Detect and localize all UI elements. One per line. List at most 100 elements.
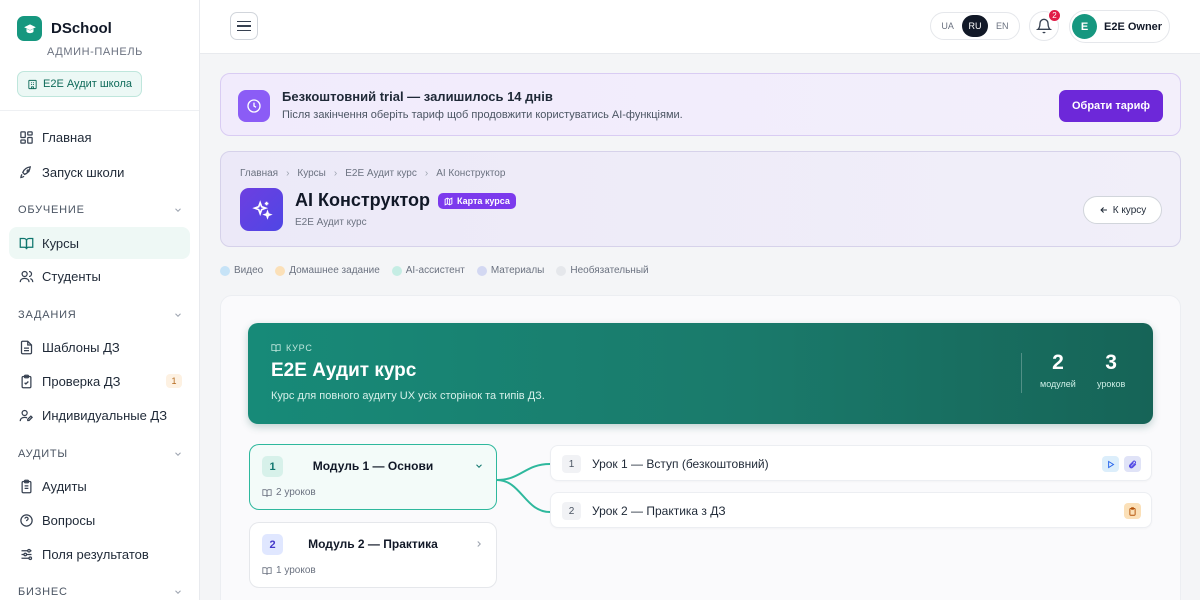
lessons-count: 3 [1105, 351, 1117, 374]
sparkles-icon [240, 188, 283, 231]
trial-title: Безкоштовний trial — залишилось 14 днів [282, 89, 553, 104]
section-label: ЗАДАНИЯ [18, 309, 77, 321]
choose-plan-button[interactable]: Обрати тариф [1059, 90, 1163, 122]
sidebar-item-hw-templates[interactable]: Шаблоны ДЗ [9, 331, 190, 363]
topbar: UA RU EN 2 E E2E Owner [200, 0, 1200, 54]
legend-label: Материалы [490, 265, 545, 276]
notifications-button[interactable]: 2 [1029, 9, 1061, 41]
section-label: АУДИТЫ [18, 448, 68, 460]
users-icon [18, 268, 34, 284]
page-header: Главная › Курсы › E2E Аудит курс › AI Ко… [220, 151, 1181, 247]
breadcrumb-course[interactable]: E2E Аудит курс [345, 168, 417, 179]
graduation-cap-icon [17, 16, 42, 41]
school-selector[interactable]: E2E Аудит школа [17, 71, 143, 97]
sidebar-item-launch[interactable]: Запуск школи [9, 156, 190, 188]
breadcrumb-home[interactable]: Главная [240, 168, 278, 179]
lessons-label: уроков [1097, 379, 1126, 389]
sidebar-divider [0, 110, 199, 111]
legend-dot [476, 265, 487, 276]
course-map-badge: Карта курса [438, 193, 516, 209]
connector-line [497, 463, 551, 481]
breadcrumb-separator: › [424, 168, 429, 179]
notification-count-badge: 2 [1048, 9, 1061, 22]
lesson-row-1[interactable]: 1 Урок 1 — Вступ (безкоштовний) [550, 445, 1152, 481]
legend-label: AI-ассистент [405, 265, 465, 276]
menu-icon-line [237, 25, 251, 27]
lesson-title: Урок 2 — Практика з ДЗ [592, 504, 726, 518]
breadcrumb-courses[interactable]: Курсы [297, 168, 325, 179]
book-open-icon [262, 566, 272, 575]
book-open-icon [262, 488, 272, 497]
module-title: Модуль 2 — Практика [308, 537, 438, 551]
sidebar-item-label: Индивидуальные ДЗ [42, 407, 168, 423]
course-kicker-label: КУРС [286, 343, 313, 353]
section-business[interactable]: БИЗНЕС [18, 586, 183, 598]
legend-item-ai: AI-ассистент [391, 265, 465, 276]
modules-label: модулей [1040, 379, 1076, 389]
clipboard-icon [1129, 506, 1136, 516]
menu-toggle-button[interactable] [230, 12, 258, 40]
module-card-2[interactable]: 2 Модуль 2 — Практика 1 уроков [249, 522, 497, 588]
legend-label: Домашнее задание [289, 265, 380, 276]
lessons-stat: 3 уроков [1097, 351, 1125, 389]
course-description: Курс для повного аудиту UX усіх сторінок… [271, 390, 545, 402]
sidebar-item-questions[interactable]: Вопросы [9, 504, 190, 536]
lang-ru-button[interactable]: RU [961, 15, 988, 37]
chevron-right-icon [477, 541, 481, 547]
materials-tag [1124, 456, 1141, 472]
legend-label: Видео [234, 265, 264, 276]
clipboard-check-icon [18, 373, 34, 389]
book-open-icon [271, 344, 281, 352]
section-label: БИЗНЕС [18, 586, 68, 598]
sidebar-item-audits[interactable]: Аудиты [9, 470, 190, 502]
module-title: Модуль 1 — Основи [312, 459, 434, 473]
brand[interactable]: DSchool [17, 16, 112, 41]
sidebar-item-label: Главная [42, 129, 92, 145]
section-audits[interactable]: АУДИТЫ [18, 448, 183, 460]
legend-item-video: Видео [220, 265, 263, 276]
module-lesson-count: 1 уроков [276, 565, 316, 576]
trial-subtitle: Після закінчення оберіть тариф щоб продо… [282, 109, 683, 121]
stats-divider [1021, 353, 1022, 393]
sidebar-item-label: Курсы [42, 235, 80, 251]
sidebar-item-courses[interactable]: Курсы [9, 227, 190, 259]
breadcrumb-separator: › [333, 168, 338, 179]
lang-ua-button[interactable]: UA [935, 15, 961, 37]
book-open-icon [18, 235, 34, 251]
sliders-icon [18, 546, 34, 562]
sidebar-item-individual-hw[interactable]: Индивидуальные ДЗ [9, 399, 190, 431]
course-banner: КУРС E2E Аудит курс Курс для повного ауд… [248, 323, 1153, 424]
connector-line [497, 479, 551, 513]
lesson-title: Урок 1 — Вступ (безкоштовний) [592, 457, 769, 471]
sidebar: DSchool АДМИН-ПАНЕЛЬ E2E Аудит школа Гла… [0, 0, 200, 600]
back-to-course-button[interactable]: К курсу [1083, 196, 1162, 224]
section-learning[interactable]: ОБУЧЕНИЕ [18, 204, 183, 216]
chevron-down-icon [175, 208, 181, 212]
dashboard-icon [18, 129, 34, 145]
sidebar-item-hw-review[interactable]: Проверка ДЗ 1 [9, 365, 190, 397]
map-icon [444, 196, 453, 206]
menu-icon-line [237, 29, 251, 32]
lang-en-button[interactable]: EN [989, 15, 1015, 37]
chevron-down-icon [175, 452, 181, 456]
lesson-type-legend: Видео Домашнее задание AI-ассистент Мате… [220, 265, 661, 276]
brand-name: DSchool [51, 20, 112, 37]
module-lesson-connectors [497, 463, 551, 513]
back-label: К курсу [1112, 204, 1147, 216]
sidebar-item-result-fields[interactable]: Поля результатов [9, 538, 190, 570]
sidebar-item-home[interactable]: Главная [9, 121, 190, 153]
course-kicker: КУРС [271, 343, 313, 353]
sidebar-item-students[interactable]: Студенты [9, 260, 190, 292]
module-card-1[interactable]: 1 Модуль 1 — Основи 2 уроков [249, 444, 497, 510]
legend-item-optional: Необязательный [556, 265, 649, 276]
building-icon [28, 79, 37, 89]
legend-dot [391, 265, 402, 276]
legend-item-materials: Материалы [476, 265, 545, 276]
user-menu-button[interactable]: E E2E Owner [1069, 10, 1170, 43]
trial-banner: Безкоштовний trial — залишилось 14 днів … [220, 73, 1181, 136]
section-tasks[interactable]: ЗАДАНИЯ [18, 309, 183, 321]
course-title: E2E Аудит курс [271, 360, 417, 381]
chevron-down-icon [476, 464, 482, 468]
lesson-row-2[interactable]: 2 Урок 2 — Практика з ДЗ [550, 492, 1152, 528]
sidebar-item-label: Аудиты [42, 478, 87, 494]
